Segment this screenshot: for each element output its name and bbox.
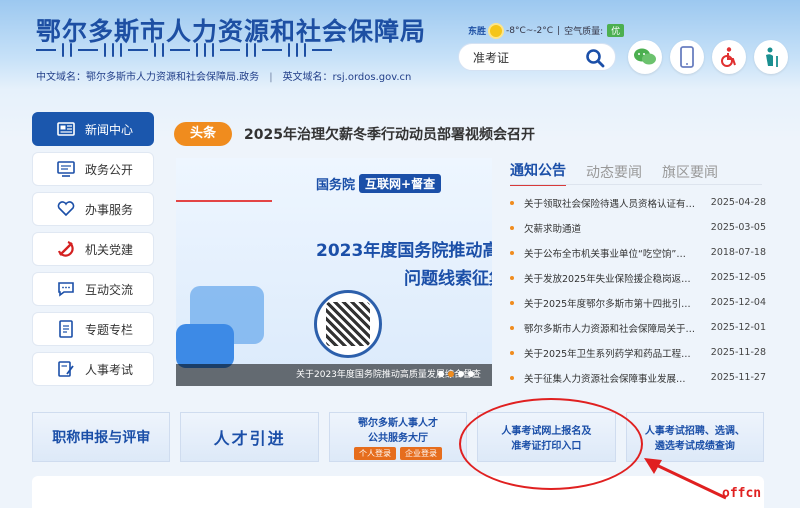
image-slider[interactable]: 国务院 互联网+督查 2023年度国务院推动高质量 问题线索征集 关于2023年… (176, 158, 492, 386)
search-input[interactable] (459, 50, 579, 64)
sidebar-item-party[interactable]: 机关党建 (32, 232, 154, 266)
headline-link[interactable]: 2025年治理欠薪冬季行动动员部署视频会召开 (244, 124, 535, 144)
company-login-button[interactable]: 企业登录 (400, 447, 443, 460)
mobile-icon[interactable] (670, 40, 704, 74)
newspaper-icon (55, 120, 77, 138)
document-icon (55, 320, 77, 338)
list-item[interactable]: 关于2025年度鄂尔多斯市第十四批引… 2025-12-04 (510, 290, 766, 315)
slider-dot[interactable] (458, 371, 464, 377)
chat-icon (55, 280, 77, 298)
cn-domain: 中文域名：鄂尔多斯市人力资源和社会保障局.政务 (36, 72, 260, 83)
list-item[interactable]: 关于2025年卫生系列药学和药品工程… 2025-11-28 (510, 340, 766, 365)
list-item[interactable]: 关于征集人力资源社会保障事业发展… 2025-11-27 (510, 365, 766, 390)
heart-hand-icon (55, 200, 77, 218)
slide-tag: 互联网+督查 (359, 174, 442, 193)
banner-exam-registration[interactable]: 人事考试网上报名及 准考证打印入口 (477, 412, 616, 462)
slider-dot-active[interactable] (448, 371, 454, 377)
mongolian-title (36, 42, 332, 58)
divider (510, 184, 762, 185)
headline-badge: 头条 (174, 122, 233, 146)
elderly-icon[interactable] (754, 40, 788, 74)
service-banners: 职称申报与评审 人才引进 鄂尔多斯人事人才 公共服务大厅 个人登录 企业登录 人… (32, 412, 765, 462)
sidebar-item-exams[interactable]: 人事考试 (32, 352, 154, 386)
list-item[interactable]: 鄂尔多斯市人力资源和社会保障局关于… 2025-12-01 (510, 315, 766, 340)
site-header: 鄂尔多斯市人力资源和社会保障局 中文域名：鄂尔多斯市人力资源和社会保障局.政务 |… (0, 0, 800, 90)
chat-bubble-graphic (176, 324, 234, 368)
list-item[interactable]: 欠薪求助通道 2025-03-05 (510, 215, 766, 240)
list-item[interactable]: 关于公布全市机关事业单位“吃空饷”… 2018-07-18 (510, 240, 766, 265)
accessibility-icon[interactable] (712, 40, 746, 74)
banner-score-query[interactable]: 人事考试招聘、选调、 遴选考试成绩查询 (625, 412, 765, 462)
slide-subheading: 问题线索征集 (404, 269, 492, 289)
slider-dot[interactable] (468, 371, 474, 377)
personal-login-button[interactable]: 个人登录 (354, 447, 397, 460)
tool-icons (628, 40, 788, 74)
sun-icon (490, 24, 503, 37)
watermark: offcn (722, 486, 762, 501)
sidebar-item-news[interactable]: 新闻中心 (32, 112, 154, 146)
en-domain: 英文域名：rsj.ordos.gov.cn (282, 72, 412, 83)
sidebar-item-topics[interactable]: 专题专栏 (32, 312, 154, 346)
sidebar-nav: 新闻中心 政务公开 办事服务 机关党建 互动交流 专题专栏 人事考试 (32, 112, 154, 392)
news-list: 关于领取社会保险待遇人员资格认证有… 2025-04-28 欠薪求助通道 2025-… (510, 190, 766, 390)
sidebar-item-interaction[interactable]: 互动交流 (32, 272, 154, 306)
air-quality-label: 空气质量: (564, 27, 604, 37)
banner-service-hall[interactable]: 鄂尔多斯人事人才 公共服务大厅 个人登录 企业登录 (328, 412, 468, 462)
party-emblem-icon (55, 240, 77, 258)
sidebar-item-services[interactable]: 办事服务 (32, 192, 154, 226)
tab-district-news[interactable]: 旗区要闻 (662, 162, 718, 186)
banner-talent-intro[interactable]: 人才引进 (180, 412, 319, 462)
news-tabs: 通知公告 动态要闻 旗区要闻 (510, 160, 738, 186)
weather-city: 东胜 (468, 27, 487, 37)
tab-news[interactable]: 动态要闻 (586, 162, 642, 186)
exam-icon (55, 360, 77, 378)
search-icon[interactable] (585, 48, 605, 68)
list-item[interactable]: 关于发放2025年失业保险援企稳岗返… 2025-12-05 (510, 265, 766, 290)
tab-notices[interactable]: 通知公告 (510, 160, 566, 186)
qr-code (314, 290, 382, 358)
banner-title-review[interactable]: 职称申报与评审 (32, 412, 171, 462)
slide-org: 国务院 互联网+督查 (316, 174, 442, 193)
search-box[interactable] (458, 43, 616, 71)
sidebar-item-gov-affairs[interactable]: 政务公开 (32, 152, 154, 186)
domain-info: 中文域名：鄂尔多斯市人力资源和社会保障局.政务 | 英文域名：rsj.ordos.g… (36, 72, 412, 83)
weather-temp: -8°C~-2°C (506, 25, 554, 36)
headline-bar: 头条 2025年治理欠薪冬季行动动员部署视频会召开 (174, 120, 535, 148)
slide-heading: 2023年度国务院推动高质量 (316, 241, 492, 261)
list-item[interactable]: 关于领取社会保险待遇人员资格认证有… 2025-04-28 (510, 190, 766, 215)
weather-bar: 东胜 -8°C~-2°C | 空气质量: 优 (468, 24, 625, 37)
slider-dot[interactable] (438, 371, 444, 377)
air-quality-badge: 优 (607, 24, 625, 37)
wechat-icon[interactable] (628, 40, 662, 74)
monitor-icon (55, 160, 77, 178)
bottom-panel (32, 476, 764, 508)
slider-dots (438, 371, 474, 377)
